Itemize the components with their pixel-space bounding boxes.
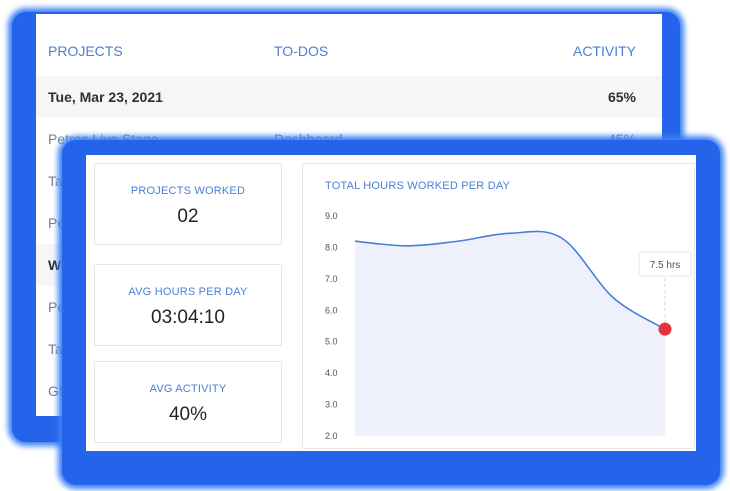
y-tick-label: 5.0 [325,337,338,347]
hours-chart-panel: TOTAL HOURS WORKED PER DAY 9.0 8.0 7.0 6.0 5… [302,163,695,449]
series-area [355,231,665,436]
y-tick-label: 4.0 [325,368,338,378]
tooltip-label: 7.5 hrs [650,260,681,271]
y-tick-label: 2.0 [325,431,338,441]
y-tick-label: 7.0 [325,274,338,284]
stats-card: PROJECTS WORKED 02 AVG HOURS PER DAY 03:… [86,155,696,451]
projects-worked-tile: PROJECTS WORKED 02 [94,163,282,245]
projects-worked-label: PROJECTS WORKED [130,185,246,197]
header-todos[interactable]: TO-DOS [274,43,328,59]
header-projects[interactable]: PROJECTS [48,43,123,59]
table-header: PROJECTS TO-DOS ACTIVITY [36,14,662,74]
y-tick-label: 6.0 [325,305,338,315]
avg-activity-label: AVG ACTIVITY [149,383,227,395]
row-project: Tue, Mar 23, 2021 [48,89,163,105]
hours-line-chart: 9.0 8.0 7.0 6.0 5.0 4.0 3.0 2.0 7.5 hrs [325,211,692,441]
projects-worked-value: 02 [177,206,199,227]
row-activity: 65% [607,89,636,105]
y-tick-label: 8.0 [325,242,338,252]
header-activity[interactable]: ACTIVITY [573,43,636,59]
y-tick-label: 3.0 [325,400,338,410]
avg-hours-tile: AVG HOURS PER DAY 03:04:10 [94,264,282,346]
avg-activity-tile: AVG ACTIVITY 40% [94,361,282,443]
y-tick-label: 9.0 [325,211,338,221]
avg-hours-value: 03:04:10 [151,307,225,328]
highlight-point[interactable] [658,322,672,336]
date-row[interactable]: Tue, Mar 23, 2021 65% [36,76,662,118]
avg-activity-value: 40% [168,404,208,425]
avg-hours-label: AVG HOURS PER DAY [128,286,248,298]
